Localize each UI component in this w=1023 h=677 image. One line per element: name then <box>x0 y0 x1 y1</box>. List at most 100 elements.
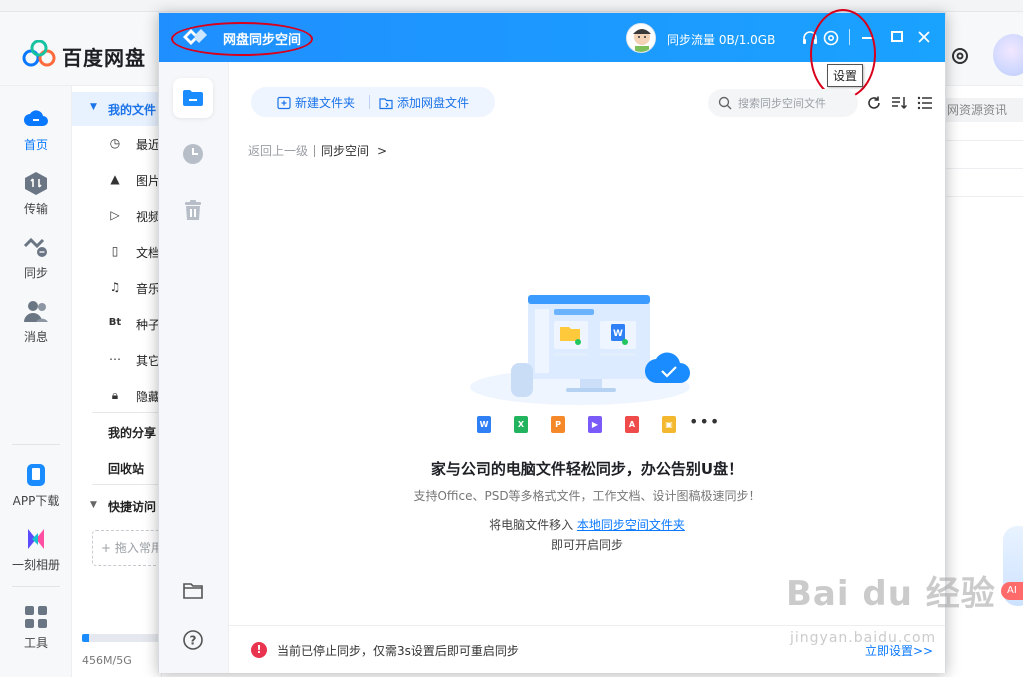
list-view-icon[interactable] <box>917 95 933 111</box>
search-icon <box>718 96 732 110</box>
sort-icon[interactable] <box>891 95 907 111</box>
tree-recycle-bin[interactable]: 回收站 <box>108 460 162 477</box>
more-dots-icon: ⋯ <box>109 352 121 366</box>
action-toolbar: 新建文件夹 添加网盘文件 <box>251 87 495 117</box>
toolbar-separator <box>369 95 370 109</box>
sync-icon <box>23 237 47 257</box>
move-hint-prefix: 将电脑文件移入 <box>489 518 574 532</box>
sidebar-item-trash[interactable] <box>173 190 213 230</box>
sidebar-help[interactable]: ? <box>173 620 213 660</box>
add-file-icon <box>379 98 393 110</box>
user-avatar[interactable] <box>993 34 1023 76</box>
empty-state-subtitle: 支持Office、PSD等多格式文件，工作文档、设计图稿极速同步！ <box>413 489 761 503</box>
nav-label-messages: 消息 <box>23 330 48 344</box>
nav-item-transfer[interactable]: 传输 <box>0 170 72 217</box>
resource-news-tab[interactable]: 网资源资讯 <box>945 98 1023 122</box>
svg-text:?: ? <box>190 634 197 648</box>
ai-badge: AI <box>1001 582 1023 600</box>
sync-stopped-message: 当前已停止同步，仅需3s设置后即可重启同步 <box>277 644 519 658</box>
quick-access-drop-zone[interactable]: + 拖入常用 <box>92 530 162 566</box>
breadcrumb-separator <box>314 145 316 157</box>
album-icon <box>28 529 44 549</box>
nav-label-app-download: APP下载 <box>12 494 60 508</box>
folder-outline-icon <box>183 583 203 599</box>
nav-label-album: 一刻相册 <box>11 558 60 572</box>
transfer-icon <box>25 172 47 195</box>
message-icon <box>24 301 48 322</box>
nav-item-messages[interactable]: 消息 <box>0 298 72 345</box>
tree-my-files-label: 我的文件 <box>108 103 157 117</box>
clock-icon: ◷ <box>109 136 121 150</box>
nav-divider <box>12 444 60 445</box>
nav-label-tools: 工具 <box>23 636 48 650</box>
nav-divider <box>12 586 60 587</box>
sync-search-box[interactable] <box>708 89 858 117</box>
maximize-button[interactable] <box>891 31 903 42</box>
nav-item-home[interactable]: 首页 <box>0 106 72 153</box>
breadcrumb-current[interactable]: 同步空间 <box>321 144 369 158</box>
image-icon: ▲ <box>110 172 120 186</box>
supported-file-types: W X P ▶ A ▣ ••• <box>477 412 719 434</box>
bt-icon: Bt <box>108 317 122 328</box>
play-icon: ▷ <box>110 208 120 222</box>
cartoon-avatar-icon <box>633 29 651 52</box>
word-file-icon: W <box>477 416 491 433</box>
storage-text: 456M/5G <box>82 654 132 667</box>
settings-tooltip: 设置 <box>827 64 864 87</box>
nav-item-app-download[interactable]: APP下载 <box>0 462 72 509</box>
empty-state-start-hint: 即可开启同步 <box>550 538 623 552</box>
tree-my-share[interactable]: 我的分享 <box>108 424 162 441</box>
tree-divider <box>92 412 162 413</box>
tree-quick-access[interactable]: 快捷访问 <box>108 498 162 515</box>
video-file-icon: ▶ <box>588 416 602 433</box>
ppt-file-icon: P <box>551 416 565 433</box>
storage-bar <box>82 634 162 642</box>
left-nav: 首页 传输 同步 消息 APP下载 一刻相册 工具 <box>0 86 72 677</box>
tools-icon <box>25 606 47 628</box>
baidu-jingyan-watermark-url: jingyan.baidu.com <box>790 630 937 646</box>
sidebar-open-folder[interactable] <box>173 570 213 610</box>
add-netdisk-files-button[interactable]: 添加网盘文件 <box>379 94 469 111</box>
baidu-jingyan-watermark: Bai du 经验 <box>786 574 996 614</box>
add-netdisk-files-label: 添加网盘文件 <box>397 96 470 110</box>
caret-down-icon: ▼ <box>90 500 97 510</box>
close-icon[interactable] <box>916 29 932 45</box>
tree-my-files[interactable]: ▼ 我的文件 <box>72 92 162 126</box>
lock-icon: 🔒︎ <box>111 388 119 402</box>
nav-item-album[interactable]: 一刻相册 <box>0 526 72 573</box>
grid-line <box>945 168 1023 169</box>
caret-down-icon: ▼ <box>90 102 97 112</box>
nav-item-tools[interactable]: 工具 <box>0 604 72 651</box>
phone-icon <box>27 464 45 486</box>
nav-label-transfer: 传输 <box>23 202 48 216</box>
breadcrumb-back-link[interactable]: 返回上一级 <box>248 144 308 158</box>
folder-icon <box>183 90 203 106</box>
sidebar-item-recent[interactable] <box>173 134 213 174</box>
nav-label-home: 首页 <box>23 138 48 152</box>
new-folder-button[interactable]: 新建文件夹 <box>277 94 355 111</box>
nav-label-sync: 同步 <box>23 266 48 280</box>
user-avatar[interactable] <box>626 23 656 53</box>
sync-sidebar: ? <box>159 62 229 673</box>
trash-icon <box>185 200 201 220</box>
settings-gear-icon[interactable] <box>950 46 970 66</box>
baidu-netdisk-logo-icon <box>22 40 56 67</box>
svg-text:W: W <box>613 329 623 339</box>
grid-line <box>945 140 1023 141</box>
refresh-icon[interactable] <box>866 95 882 111</box>
sidebar-item-files[interactable] <box>173 78 213 118</box>
storage-bar-fill <box>82 634 90 642</box>
pdf-file-icon: A <box>625 416 639 433</box>
local-sync-folder-link[interactable]: 本地同步空间文件夹 <box>577 518 685 532</box>
help-icon: ? <box>183 630 203 650</box>
chevron-right-icon[interactable]: > <box>377 144 387 158</box>
warning-icon: ! <box>251 642 267 658</box>
cloud-icon <box>24 110 48 126</box>
headphones-icon: ♫ <box>109 280 121 294</box>
image-file-icon: ▣ <box>662 416 676 433</box>
more-file-types-icon: ••• <box>689 412 721 431</box>
nav-item-sync[interactable]: 同步 <box>0 234 72 281</box>
search-input[interactable] <box>738 93 854 113</box>
brand-name: 百度网盘 <box>62 46 146 70</box>
new-folder-label: 新建文件夹 <box>295 96 356 110</box>
